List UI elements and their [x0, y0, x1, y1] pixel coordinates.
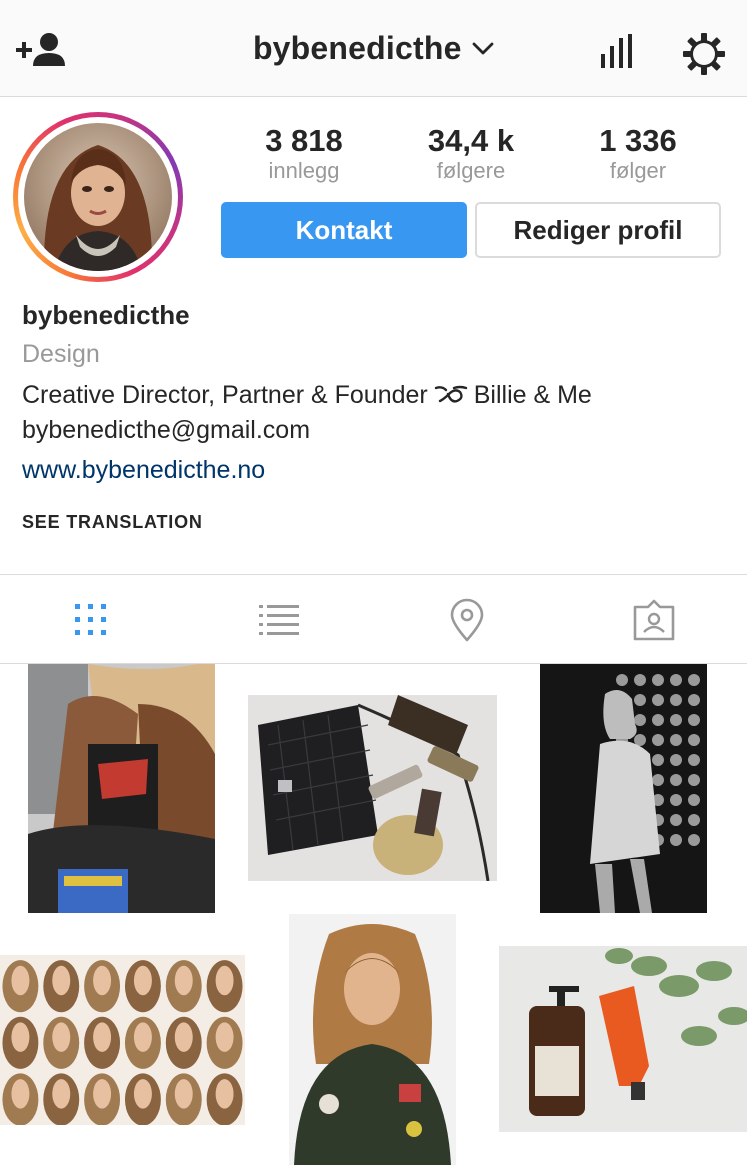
- bio-name: bybenedicthe: [22, 300, 190, 330]
- bio-text-part: Creative Director, Partner & Founder: [22, 381, 428, 409]
- post-thumbnail[interactable]: [499, 946, 747, 1132]
- edit-profile-button[interactable]: Rediger profil: [475, 202, 721, 258]
- top-navigation-bar: bybenedicthe: [0, 0, 747, 97]
- list-view-icon[interactable]: [254, 595, 304, 645]
- avatar-border: [18, 117, 178, 277]
- post-thumbnail[interactable]: [28, 664, 215, 913]
- bio-text-line: Creative Director, Partner & Founder Bil…: [22, 381, 592, 410]
- story-ring[interactable]: [13, 112, 183, 282]
- see-translation-button[interactable]: SEE TRANSLATION: [22, 512, 203, 533]
- posts-count-label: innlegg: [268, 158, 340, 183]
- bio-text-part: Billie & Me: [473, 381, 592, 409]
- insights-icon[interactable]: [600, 34, 636, 68]
- tagged-photos-icon[interactable]: [629, 595, 679, 645]
- gear-icon[interactable]: [682, 32, 726, 76]
- followers-count-value: 34,4 k: [427, 123, 515, 158]
- followers-count[interactable]: 34,4 k følgere: [391, 124, 551, 184]
- loop-emoji-icon: [434, 385, 467, 403]
- profile-username-title[interactable]: bybenedicthe: [253, 30, 462, 67]
- profile-view-tabs: [0, 574, 747, 664]
- post-thumbnail[interactable]: [248, 695, 497, 881]
- post-thumbnail[interactable]: [540, 664, 707, 913]
- following-count-label: følger: [609, 158, 667, 183]
- followers-count-label: følgere: [436, 158, 506, 183]
- bio-category: Design: [22, 340, 100, 368]
- posts-count[interactable]: 3 818 innlegg: [224, 124, 384, 184]
- post-thumbnail[interactable]: [289, 914, 456, 1165]
- contact-button[interactable]: Kontakt: [221, 202, 467, 258]
- post-thumbnail[interactable]: [0, 955, 245, 1125]
- profile-stats: 3 818 innlegg 34,4 k følgere 1 336 følge…: [221, 124, 721, 188]
- chevron-down-icon[interactable]: [472, 42, 494, 56]
- avatar[interactable]: [24, 123, 172, 271]
- location-pin-icon[interactable]: [442, 595, 492, 645]
- bio-email: bybenedicthe@gmail.com: [22, 416, 311, 444]
- grid-view-icon[interactable]: [66, 595, 116, 645]
- following-count[interactable]: 1 336 følger: [558, 124, 718, 184]
- bio-website-link[interactable]: www.bybenedicthe.no: [22, 456, 265, 485]
- posts-count-value: 3 818: [265, 123, 343, 158]
- following-count-value: 1 336: [599, 123, 677, 158]
